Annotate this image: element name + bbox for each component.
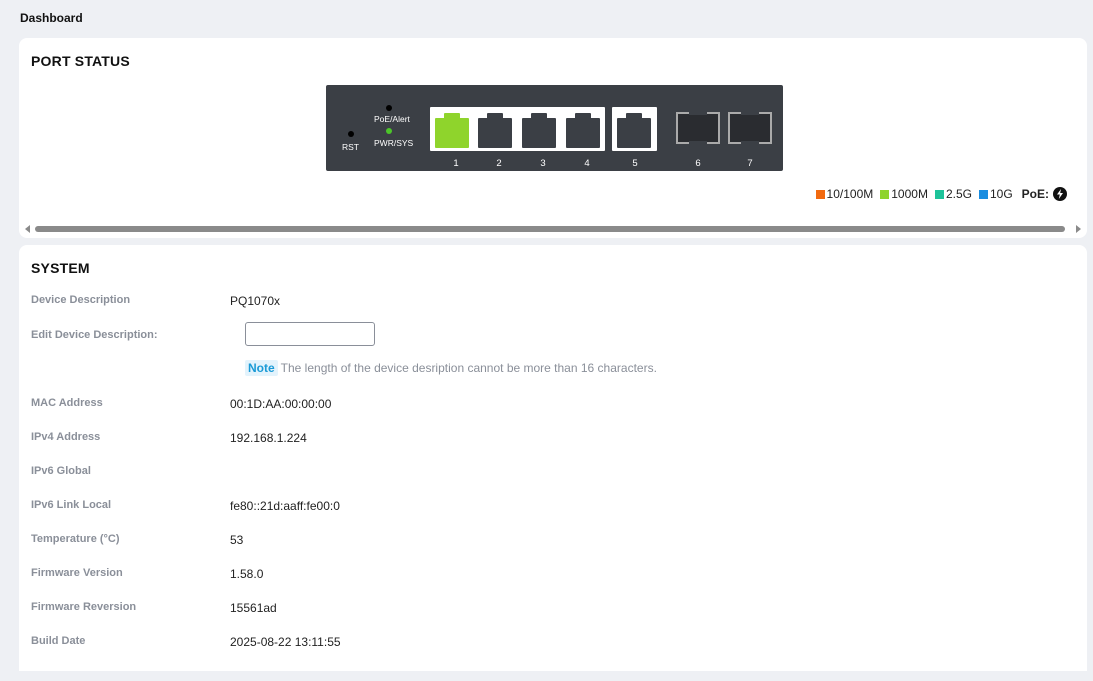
poe-label: PoE: — [1021, 187, 1049, 201]
temperature-value: 53 — [230, 533, 244, 547]
scroll-right-icon[interactable] — [1076, 225, 1081, 233]
ipv6-global-label: IPv6 Global — [31, 465, 91, 477]
page-title: Dashboard — [20, 11, 83, 25]
port-number: 1 — [453, 158, 459, 169]
port-number: 3 — [540, 158, 546, 169]
note-text: The length of the device desription cann… — [280, 361, 657, 375]
port-6[interactable] — [676, 112, 720, 144]
legend-label: 10G — [989, 187, 1013, 201]
ipv6-link-local-label: IPv6 Link Local — [31, 499, 112, 511]
pwr-sys-led — [386, 128, 392, 134]
legend-label: 1000M — [891, 187, 928, 201]
port-status-card: PORT STATUS RST PoE/Alert PWR/SYS 1 2 3 … — [19, 38, 1087, 238]
device-description-value: PQ1070x — [230, 294, 281, 308]
ipv4-value: 192.168.1.224 — [230, 431, 307, 445]
firmware-reversion-label: Firmware Reversion — [31, 601, 137, 613]
device-description-input[interactable] — [245, 322, 375, 346]
poe-alert-led — [386, 105, 392, 111]
legend-swatch — [978, 189, 988, 199]
legend-swatch — [934, 189, 944, 199]
port-status-title: PORT STATUS — [31, 53, 130, 69]
scrollbar-thumb[interactable] — [35, 226, 1065, 232]
port-number: 4 — [584, 158, 590, 169]
port-1[interactable] — [435, 110, 469, 148]
system-card: SYSTEM Device Description PQ1070x Edit D… — [19, 245, 1087, 671]
switch-front-panel: RST PoE/Alert PWR/SYS 1 2 3 4 5 6 7 — [326, 85, 783, 171]
speed-legend: 10/100M 1000M 2.5G 10G PoE: — [809, 187, 1067, 201]
mac-address-value: 00:1D:AA:00:00:00 — [230, 397, 332, 411]
port-3[interactable] — [522, 110, 556, 148]
port-2[interactable] — [478, 110, 512, 148]
temperature-label: Temperature (°C) — [31, 533, 120, 545]
firmware-version-label: Firmware Version — [31, 567, 123, 579]
port-number: 5 — [632, 158, 638, 169]
edit-description-label: Edit Device Description: — [31, 329, 158, 341]
rj45-group-5 — [612, 107, 657, 151]
description-note: Note The length of the device desription … — [245, 360, 657, 376]
legend-swatch — [815, 189, 825, 199]
port-5[interactable] — [617, 110, 651, 148]
scroll-left-icon[interactable] — [25, 225, 30, 233]
poe-alert-label: PoE/Alert — [374, 114, 410, 124]
mac-address-label: MAC Address — [31, 397, 103, 409]
lightning-icon — [1053, 187, 1067, 201]
system-title: SYSTEM — [31, 260, 90, 276]
legend-swatch — [880, 189, 890, 199]
legend-item-2-5g: 2.5G — [934, 187, 972, 201]
note-tag: Note — [245, 360, 278, 376]
legend-item-10-100m: 10/100M — [815, 187, 874, 201]
firmware-version-value: 1.58.0 — [230, 567, 264, 581]
rj45-group-1-4 — [430, 107, 605, 151]
build-date-label: Build Date — [31, 635, 86, 647]
ipv4-label: IPv4 Address — [31, 431, 101, 443]
legend-label: 2.5G — [945, 187, 972, 201]
port-number: 6 — [695, 158, 701, 169]
port-number: 2 — [496, 158, 502, 169]
pwr-sys-label: PWR/SYS — [374, 138, 414, 148]
rst-led — [348, 131, 354, 137]
port-4[interactable] — [566, 110, 600, 148]
port-number: 7 — [747, 158, 753, 169]
ipv6-link-local-value: fe80::21d:aaff:fe00:0 — [230, 499, 340, 513]
device-description-label: Device Description — [31, 294, 131, 306]
firmware-reversion-value: 15561ad — [230, 601, 277, 615]
build-date-value: 2025-08-22 13:11:55 — [230, 635, 341, 649]
port-7[interactable] — [728, 112, 772, 144]
legend-item-10g: 10G — [978, 187, 1013, 201]
legend-item-1000m: 1000M — [880, 187, 928, 201]
legend-label: 10/100M — [826, 187, 874, 201]
horizontal-scrollbar[interactable] — [19, 223, 1087, 235]
rst-label: RST — [342, 142, 359, 152]
